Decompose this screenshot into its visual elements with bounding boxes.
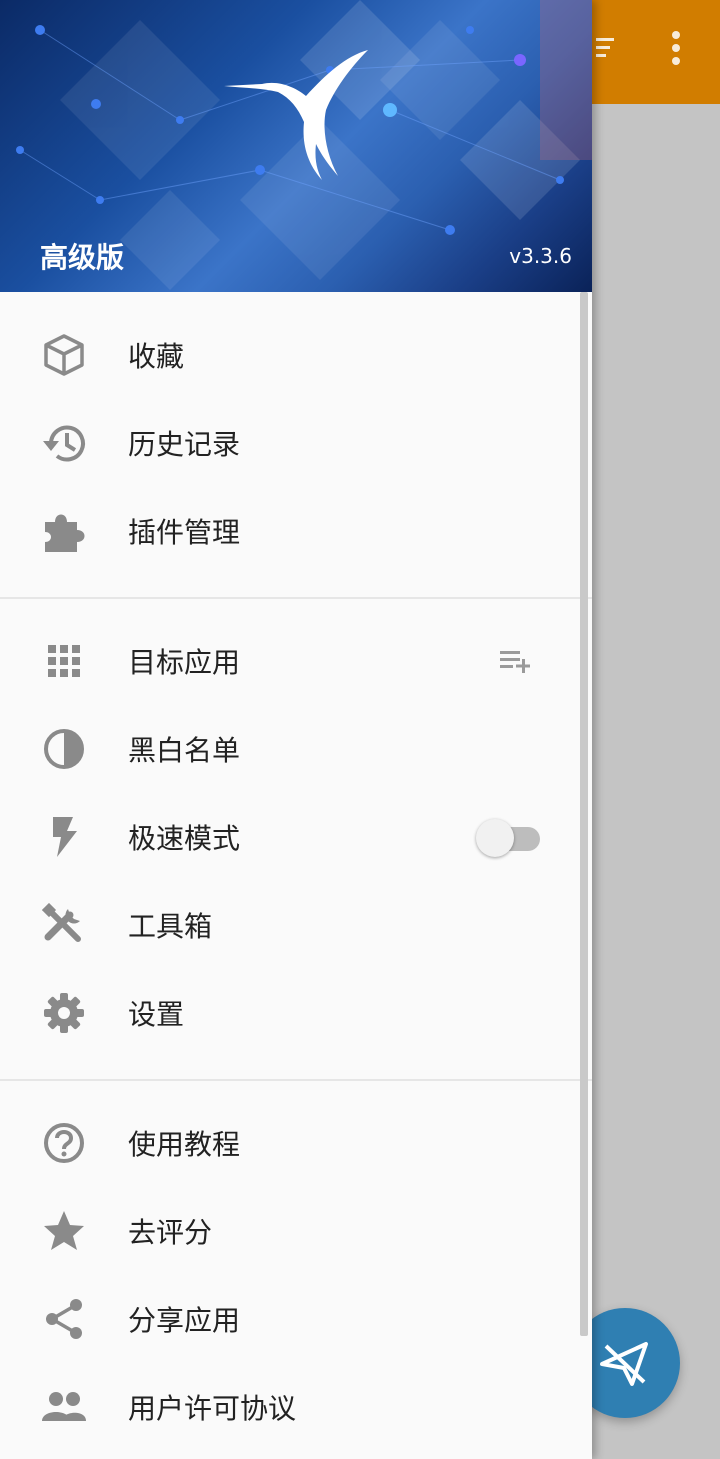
header-version: v3.3.6 [509,244,572,268]
help-icon [40,1119,88,1167]
menu-item-blackwhite-list[interactable]: 黑白名单 [0,705,592,793]
menu-item-plugins[interactable]: 插件管理 [0,487,592,575]
menu-item-favorites[interactable]: 收藏 [0,311,592,399]
menu-item-label: 目标应用 [128,646,241,679]
puzzle-icon [40,507,88,555]
turbo-mode-toggle[interactable] [476,817,542,859]
menu-item-label: 收藏 [128,340,185,373]
menu-item-label: 用户许可协议 [128,1392,297,1425]
hummingbird-logo [224,50,368,180]
gear-icon [40,989,88,1037]
cube-icon [40,331,88,379]
people-icon [40,1383,88,1431]
menu-item-turbo-mode[interactable]: 极速模式 [0,793,592,881]
menu-item-settings[interactable]: 设置 [0,969,592,1057]
paper-plane-off-icon [600,1342,648,1386]
drawer-header: 高级版 v3.3.6 [0,0,592,292]
menu-item-rate[interactable]: 去评分 [0,1187,592,1275]
menu-divider [0,1079,592,1081]
apps-grid-icon [40,637,88,685]
menu-item-target-apps[interactable]: 目标应用 [0,617,592,705]
history-icon [40,419,88,467]
tools-icon [40,901,88,949]
toggle-thumb [476,819,514,857]
menu-item-label: 设置 [128,998,185,1031]
sort-icon[interactable] [596,34,616,64]
half-circle-icon [40,725,88,773]
drawer-scrollbar[interactable] [580,292,588,1336]
menu-item-tutorial[interactable]: 使用教程 [0,1099,592,1187]
flash-icon [40,813,88,861]
header-title: 高级版 [40,241,125,274]
star-icon [40,1207,88,1255]
share-icon [40,1295,88,1343]
navigation-drawer: 高级版 v3.3.6 收藏 历史记录 插件管理 目标应用 黑白名单 极速模式 工… [0,0,592,1459]
more-vert-icon[interactable] [666,30,686,66]
menu-item-label: 分享应用 [128,1304,241,1337]
menu-item-label: 历史记录 [128,428,241,461]
menu-item-license[interactable]: 用户许可协议 [0,1363,592,1451]
menu-item-history[interactable]: 历史记录 [0,399,592,487]
menu-item-share[interactable]: 分享应用 [0,1275,592,1363]
menu-item-label: 去评分 [128,1216,213,1249]
menu-item-label: 工具箱 [128,910,213,943]
menu-item-label: 插件管理 [128,516,241,549]
menu-item-label: 使用教程 [128,1128,241,1161]
menu-item-label: 黑白名单 [128,734,241,767]
menu-item-label: 极速模式 [128,822,241,855]
playlist-add-icon[interactable] [498,647,534,677]
menu-item-toolbox[interactable]: 工具箱 [0,881,592,969]
menu-divider [0,597,592,599]
